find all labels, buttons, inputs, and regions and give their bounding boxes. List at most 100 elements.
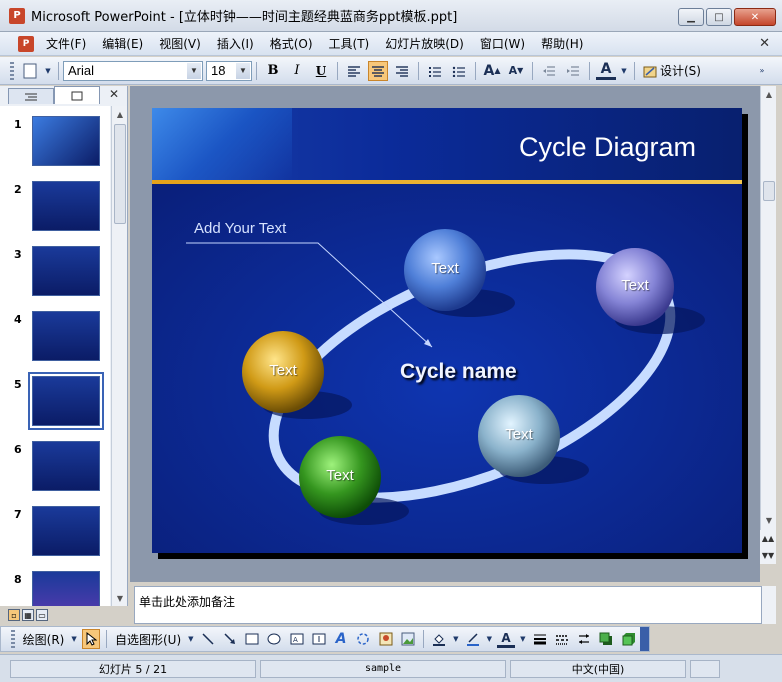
- dropdown-arrow-icon[interactable]: ▼: [486, 629, 493, 649]
- thumbnail-row[interactable]: 2: [0, 171, 110, 231]
- toolbar-options-icon[interactable]: »: [752, 61, 772, 81]
- menu-view[interactable]: 视图(V): [151, 35, 209, 52]
- powerpoint-app-icon[interactable]: P: [9, 7, 25, 24]
- thumbnail-row[interactable]: 6: [0, 431, 110, 491]
- slide-thumbnail[interactable]: [32, 116, 100, 166]
- 3d-style-icon[interactable]: [620, 629, 638, 649]
- vertical-textbox-icon[interactable]: [310, 629, 328, 649]
- menu-insert[interactable]: 插入(I): [209, 35, 262, 52]
- thumbnail-row[interactable]: 4: [0, 301, 110, 361]
- numbered-list-icon[interactable]: [425, 61, 445, 81]
- decrease-font-icon[interactable]: A ▼: [506, 61, 526, 81]
- menu-slideshow[interactable]: 幻灯片放映(D): [377, 35, 472, 52]
- font-color-icon[interactable]: A: [596, 61, 616, 80]
- clipart-icon[interactable]: [376, 629, 394, 649]
- arrow-style-icon[interactable]: [575, 629, 593, 649]
- dropdown-arrow-icon[interactable]: ▼: [44, 61, 52, 81]
- menu-tools[interactable]: 工具(T): [321, 35, 378, 52]
- previous-slide-icon[interactable]: ▲▲: [762, 534, 774, 543]
- dropdown-arrow-icon[interactable]: ▼: [452, 629, 459, 649]
- thumbnails-scrollbar[interactable]: ▲ ▼: [111, 106, 127, 606]
- scroll-up-icon[interactable]: ▲: [112, 106, 128, 122]
- line-tool-icon[interactable]: [198, 629, 216, 649]
- increase-indent-icon[interactable]: [563, 61, 583, 81]
- document-icon[interactable]: P: [18, 35, 34, 52]
- minimize-button[interactable]: ▁: [678, 8, 704, 26]
- ball-label-green[interactable]: Text: [300, 467, 380, 484]
- select-pointer-icon[interactable]: [81, 629, 101, 649]
- dropdown-arrow-icon[interactable]: ▼: [519, 629, 526, 649]
- increase-font-icon[interactable]: A ▲: [482, 61, 502, 81]
- thumbnail-row[interactable]: 7: [0, 496, 110, 556]
- pane-close-icon[interactable]: ✕: [109, 87, 119, 101]
- oval-tool-icon[interactable]: [265, 629, 283, 649]
- slide-thumbnail[interactable]: [32, 506, 100, 556]
- dropdown-arrow-icon[interactable]: ▼: [620, 61, 628, 81]
- add-text-label[interactable]: Add Your Text: [194, 220, 286, 237]
- draw-menu[interactable]: 绘图(R): [23, 631, 65, 648]
- normal-view-icon[interactable]: ▫: [8, 609, 20, 621]
- next-slide-icon[interactable]: ▼▼: [762, 551, 774, 560]
- scroll-down-icon[interactable]: ▼: [112, 590, 128, 606]
- ball-label-teal[interactable]: Text: [479, 426, 559, 443]
- slide-canvas[interactable]: Cycle Diagram Add Your Text Cycle name T…: [152, 108, 742, 553]
- dropdown-arrow-icon[interactable]: ▼: [70, 629, 77, 649]
- slide-thumbnail[interactable]: [32, 441, 100, 491]
- slide-thumbnail[interactable]: [32, 571, 100, 606]
- thumbnail-row[interactable]: 3: [0, 236, 110, 296]
- toolbar-grip[interactable]: [11, 630, 15, 648]
- chevron-down-icon[interactable]: ▼: [236, 62, 250, 79]
- menu-window[interactable]: 窗口(W): [472, 35, 533, 52]
- scroll-thumb[interactable]: [763, 181, 775, 201]
- thumbnail-row[interactable]: 8: [0, 561, 110, 606]
- tab-slides[interactable]: [54, 86, 100, 104]
- scroll-up-icon[interactable]: ▲: [761, 86, 777, 102]
- wordart-icon[interactable]: A: [332, 629, 350, 649]
- decrease-indent-icon[interactable]: [539, 61, 559, 81]
- align-center-icon[interactable]: [368, 60, 388, 81]
- cycle-name-label[interactable]: Cycle name: [400, 360, 517, 384]
- toolbar-grip[interactable]: [10, 61, 14, 80]
- slide-thumbnail-selected[interactable]: [28, 372, 104, 430]
- bold-button[interactable]: B: [263, 61, 283, 81]
- ball-label-purple[interactable]: Text: [595, 277, 675, 294]
- close-button[interactable]: ✕: [734, 8, 776, 26]
- picture-icon[interactable]: [399, 629, 417, 649]
- tab-outline[interactable]: [8, 88, 54, 104]
- rectangle-tool-icon[interactable]: [243, 629, 261, 649]
- arrow-tool-icon[interactable]: [221, 629, 239, 649]
- underline-button[interactable]: U: [311, 61, 331, 81]
- new-slide-icon[interactable]: [20, 61, 40, 81]
- menu-help[interactable]: 帮助(H): [533, 35, 591, 52]
- menu-file[interactable]: 文件(F): [38, 35, 94, 52]
- menu-format[interactable]: 格式(O): [262, 35, 321, 52]
- toolbar-options-icon[interactable]: [639, 627, 649, 651]
- autoshapes-menu[interactable]: 自选图形(U): [115, 631, 181, 648]
- notes-scrollbar[interactable]: [762, 586, 776, 624]
- chevron-down-icon[interactable]: ▼: [187, 62, 201, 79]
- slide-scrollbar[interactable]: ▲ ▼: [760, 86, 776, 564]
- notes-pane[interactable]: 单击此处添加备注: [134, 586, 762, 624]
- menu-edit[interactable]: 编辑(E): [94, 35, 151, 52]
- line-style-icon[interactable]: [531, 629, 549, 649]
- dropdown-arrow-icon[interactable]: ▼: [187, 629, 194, 649]
- slide-sorter-icon[interactable]: ▦: [22, 609, 34, 621]
- ball-label-gold[interactable]: Text: [243, 362, 323, 379]
- textbox-tool-icon[interactable]: A: [287, 629, 305, 649]
- slideshow-view-icon[interactable]: ▭: [36, 609, 48, 621]
- fill-color-icon[interactable]: [430, 629, 448, 649]
- font-size-combo[interactable]: 18 ▼: [206, 60, 252, 81]
- bullet-list-icon[interactable]: [449, 61, 469, 81]
- italic-button[interactable]: I: [287, 61, 307, 81]
- align-right-icon[interactable]: [392, 61, 412, 81]
- font-color-icon[interactable]: A: [496, 630, 516, 648]
- thumbnail-row[interactable]: 5: [0, 366, 110, 430]
- align-left-icon[interactable]: [344, 61, 364, 81]
- dash-style-icon[interactable]: [553, 629, 571, 649]
- shadow-icon[interactable]: [597, 629, 615, 649]
- scroll-thumb[interactable]: [114, 124, 126, 224]
- maximize-button[interactable]: □: [706, 8, 732, 26]
- thumbnail-row[interactable]: 1: [0, 106, 110, 166]
- line-color-icon[interactable]: [463, 629, 481, 649]
- scroll-down-icon[interactable]: ▼: [761, 512, 777, 528]
